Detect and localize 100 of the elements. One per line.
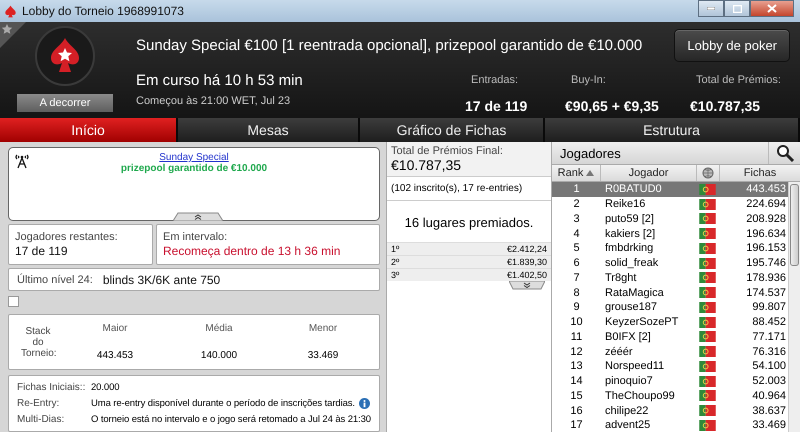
player-name: B0IFX [2] xyxy=(604,330,652,343)
chips-cell-text: 224.694 xyxy=(745,198,787,210)
player-row[interactable]: 14 pinoquio7 52.003 xyxy=(552,374,788,388)
prize-amount: €1.839,30 xyxy=(506,257,547,267)
player-row[interactable]: 11 B0IFX [2] 77.171 xyxy=(552,330,788,344)
tab[interactable]: Início xyxy=(0,118,178,142)
player-row[interactable]: 8 RataMagica 174.537 xyxy=(552,285,788,300)
prize-total-label: Total de Prémios Final: xyxy=(391,145,504,157)
info-label: Multi-Dias: xyxy=(17,414,66,425)
place-label: 2º xyxy=(391,257,400,267)
rank-cell-text: 4 xyxy=(572,228,581,240)
rank-cell-text: 13 xyxy=(569,360,584,372)
player-name: puto59 [2] xyxy=(604,212,655,225)
chips-cell-text: 443.453 xyxy=(745,183,787,196)
chips-cell-text: 33.469 xyxy=(751,419,787,432)
player-row[interactable]: 16 chilipe22 38.637 xyxy=(552,403,788,418)
stat-label: Total de Prémios: xyxy=(695,74,782,86)
tab[interactable]: Gráfico de Fichas xyxy=(360,118,545,142)
tournament-title: Sunday Special €100 [1 reentrada opcional], prizepool garantido de €10.000 xyxy=(135,36,644,54)
prize-total-value: €10.787,35 xyxy=(391,157,462,173)
player-name: advent25 xyxy=(604,419,652,432)
stack-column-label: Média xyxy=(204,323,234,334)
paid-places-text: 16 lugares premiados. xyxy=(404,214,534,232)
rank-cell-text: 5 xyxy=(572,242,581,254)
stat-label: Buy-In: xyxy=(570,74,607,86)
stat-value: €90,65 + €9,35 xyxy=(565,98,660,114)
rank-cell-text: 1 xyxy=(572,183,581,196)
rank-cell-text: 7 xyxy=(572,272,581,284)
status-ribbon: A decorrer xyxy=(17,94,113,112)
rank-cell-text: 10 xyxy=(569,316,584,328)
player-name: TheChoupo99 xyxy=(604,390,676,402)
info-value: 20.000 xyxy=(91,382,120,393)
rank-cell-text: 14 xyxy=(569,375,584,388)
lobby-button[interactable]: Lobby de poker xyxy=(674,28,790,62)
player-name: R0BATUD0 xyxy=(604,183,663,196)
player-name: Norspeed11 xyxy=(604,360,666,372)
player-row[interactable]: 17 advent25 33.469 xyxy=(552,418,788,432)
rank-cell-text: 15 xyxy=(569,390,584,402)
prize-amount: €2.412,24 xyxy=(506,244,547,254)
player-row[interactable]: 6 solid_freak 195.746 xyxy=(552,256,788,270)
entries-text: (102 inscrito(s), 17 re-entries) xyxy=(387,177,551,201)
news-link[interactable]: Sunday Special xyxy=(159,152,229,163)
prize-amount: €1.402,50 xyxy=(506,270,547,280)
column-header[interactable]: Rank xyxy=(552,165,601,181)
info-label: Fichas Iniciais:: xyxy=(17,382,86,393)
player-name: KeyzerSozePT xyxy=(604,316,680,328)
rank-cell-text: 6 xyxy=(572,257,581,270)
player-row[interactable]: 2 Reike16 224.694 xyxy=(552,196,788,212)
player-name: zééér xyxy=(604,346,634,358)
chips-cell-text: 196.634 xyxy=(745,228,787,240)
player-name: RataMagica xyxy=(604,286,665,299)
running-time: Em curso há 10 h 53 min xyxy=(136,72,304,89)
player-row[interactable]: 4 kakiers [2] 196.634 xyxy=(552,226,788,241)
player-row[interactable]: 7 Tr8ght 178.936 xyxy=(552,270,788,286)
players-left-value: 17 de 119 xyxy=(15,244,68,258)
stat-value: €10.787,35 xyxy=(690,98,762,114)
player-row[interactable]: 12 zééér 76.316 xyxy=(552,344,788,359)
player-row[interactable]: 13 Norspeed11 54.100 xyxy=(552,359,788,374)
player-name: grouse187 xyxy=(604,301,658,314)
chips-cell-text: 208.928 xyxy=(745,212,787,225)
chips-cell-text: 76.316 xyxy=(751,346,787,358)
rank-cell-text: 3 xyxy=(572,212,581,225)
info-value: O torneio está no intervalo e o jogo será retomado a Jul 24 às 21:30 xyxy=(91,414,371,425)
info-value: Uma re-entry disponível durante o período de inscrições tardias. xyxy=(91,398,355,409)
start-time: Começou às 21:00 WET, Jul 23 xyxy=(136,95,292,107)
column-header[interactable]: Jogador xyxy=(601,165,697,181)
player-row[interactable]: 15 TheChoupo99 40.964 xyxy=(552,388,788,404)
rank-cell-text: 2 xyxy=(572,198,581,210)
stat-label: Entradas: xyxy=(470,74,520,86)
player-row[interactable]: 5 fmbdrking 196.153 xyxy=(552,241,788,256)
stack-value: 443.453 xyxy=(96,350,134,361)
players-left-label: Jogadores restantes: xyxy=(15,231,119,243)
chips-cell-text: 40.964 xyxy=(751,390,787,402)
rank-cell-text: 11 xyxy=(570,330,584,343)
player-name: fmbdrking xyxy=(604,242,654,254)
place-label: 1º xyxy=(391,244,400,254)
player-row[interactable]: 10 KeyzerSozePT 88.452 xyxy=(552,314,788,330)
player-name: solid_freak xyxy=(604,257,660,270)
player-row[interactable]: 1 R0BATUD0 443.453 xyxy=(552,182,788,197)
tab[interactable]: Mesas xyxy=(178,118,360,142)
players-title: Jogadores xyxy=(559,146,622,160)
tab[interactable]: Estrutura xyxy=(545,118,800,142)
rank-cell-text: 9 xyxy=(572,301,581,314)
chips-cell-text: 88.452 xyxy=(751,316,787,328)
level-value: blinds 3K/6K ante 750 xyxy=(102,272,220,286)
level-label: Último nível 24: xyxy=(17,274,93,286)
player-name: chilipe22 xyxy=(604,404,650,417)
chips-cell-text: 77.171 xyxy=(751,330,787,343)
stack-column-label: Menor xyxy=(308,323,338,334)
chips-cell-text: 99.807 xyxy=(751,301,787,314)
player-row[interactable]: 9 grouse187 99.807 xyxy=(552,300,788,315)
info-label: Re-Entry: xyxy=(17,398,60,409)
player-row[interactable]: 3 puto59 [2] 208.928 xyxy=(552,212,788,226)
rank-cell-text: 8 xyxy=(572,286,581,299)
chips-cell-text: 52.003 xyxy=(751,375,787,388)
rank-cell-text: 12 xyxy=(569,346,584,358)
place-label: 3º xyxy=(391,270,400,280)
chips-cell-text: 195.746 xyxy=(745,257,787,270)
stack-value: 140.000 xyxy=(200,350,238,361)
column-header[interactable]: Fichas xyxy=(720,165,800,181)
